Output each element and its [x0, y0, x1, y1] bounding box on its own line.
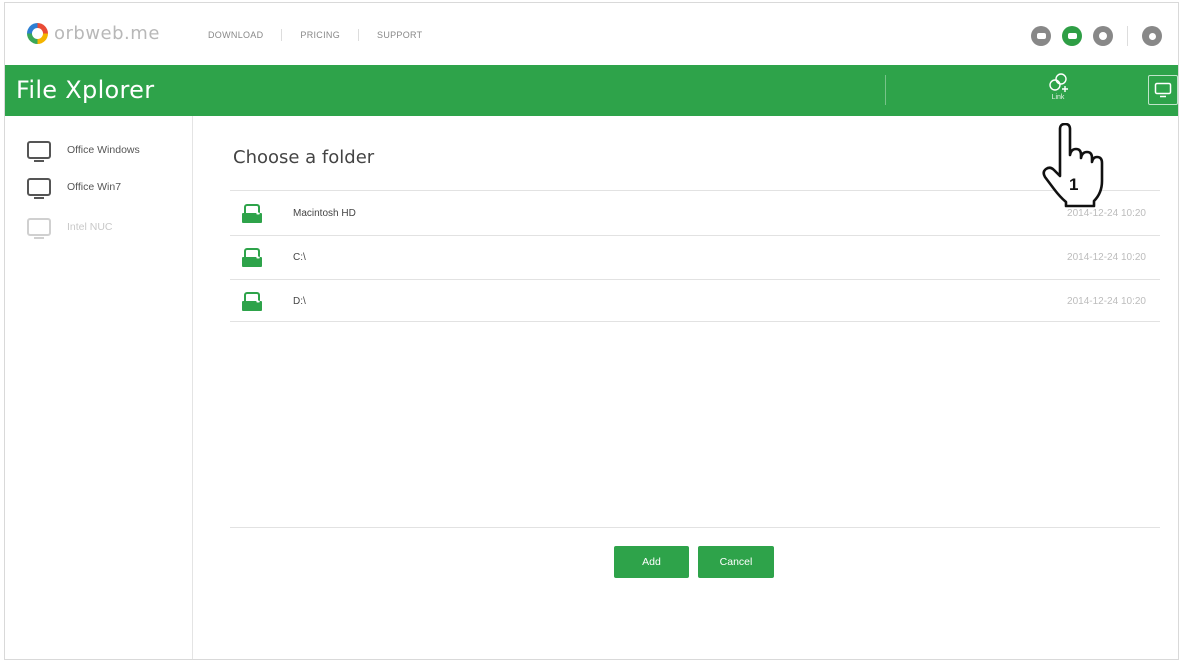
nav-links: DOWNLOAD PRICING SUPPORT: [208, 29, 422, 41]
link-icon: [1049, 73, 1068, 92]
top-navigation: orbweb.me DOWNLOAD PRICING SUPPORT: [5, 3, 1178, 65]
header-divider: [885, 75, 886, 105]
folder-row-c-drive[interactable]: C:\ 2014-12-24 10:20: [230, 237, 1160, 279]
folder-date: 2014-12-24 10:20: [1067, 296, 1146, 307]
drive-icon-base: [242, 299, 262, 311]
drive-icon: [242, 248, 262, 267]
folder-name: Macintosh HD: [293, 208, 356, 219]
nav-link-pricing[interactable]: PRICING: [300, 30, 340, 40]
monitor-icon: [27, 218, 51, 239]
user-icon[interactable]: [1142, 26, 1162, 46]
icon-divider: [1127, 26, 1128, 46]
drive-icon: [242, 292, 262, 311]
folder-icon[interactable]: [1062, 26, 1082, 46]
cancel-button[interactable]: Cancel: [698, 546, 774, 578]
sidebar-item-office-windows[interactable]: Office Windows: [27, 141, 140, 162]
drive-icon-base: [242, 211, 262, 223]
logo[interactable]: orbweb.me: [27, 23, 160, 44]
logo-ring-icon: [27, 23, 48, 44]
chat-icon-glyph: [1036, 33, 1046, 39]
logo-text: orbweb.me: [54, 23, 160, 44]
nav-link-support[interactable]: SUPPORT: [377, 30, 422, 40]
settings-icon[interactable]: [1093, 26, 1113, 46]
monitor-icon: [27, 141, 51, 162]
sidebar-item-label: Office Win7: [67, 181, 122, 193]
nav-divider: [358, 29, 360, 41]
divider: [230, 321, 1160, 322]
drive-icon: [242, 204, 262, 223]
device-sidebar: Office Windows Office Win7 Intel NUC: [5, 116, 193, 659]
monitor-icon: [1154, 82, 1172, 98]
user-icon-glyph: [1148, 32, 1156, 40]
drive-icon-base: [242, 255, 262, 267]
app-title: File Xplorer: [16, 76, 155, 104]
link-button[interactable]: Link: [1041, 71, 1075, 111]
top-icon-bar: [1020, 26, 1162, 46]
settings-icon-glyph: [1099, 32, 1107, 40]
screen-button[interactable]: [1148, 75, 1178, 105]
folder-row-macintosh-hd[interactable]: Macintosh HD 2014-12-24 10:20: [230, 193, 1160, 235]
nav-link-download[interactable]: DOWNLOAD: [208, 30, 263, 40]
link-button-label: Link: [1051, 94, 1065, 101]
sidebar-item-label: Office Windows: [67, 144, 140, 156]
divider: [230, 190, 1160, 191]
divider: [230, 279, 1160, 280]
sidebar-item-office-win7[interactable]: Office Win7: [27, 178, 122, 199]
sidebar-item-label: Intel NUC: [67, 221, 113, 233]
folder-date: 2014-12-24 10:20: [1067, 252, 1146, 263]
folder-row-d-drive[interactable]: D:\ 2014-12-24 10:20: [230, 281, 1160, 323]
folder-icon-glyph: [1067, 33, 1077, 39]
divider: [230, 527, 1160, 528]
add-button[interactable]: Add: [614, 546, 689, 578]
monitor-icon: [27, 178, 51, 199]
pointing-hand-icon: [1042, 123, 1104, 208]
app-header: File Xplorer Link: [5, 65, 1178, 116]
chat-icon[interactable]: [1031, 26, 1051, 46]
app-window: orbweb.me DOWNLOAD PRICING SUPPORT File …: [4, 2, 1179, 660]
folder-name: C:\: [293, 252, 306, 263]
step-number: 1: [1069, 175, 1079, 194]
folder-name: D:\: [293, 296, 306, 307]
sidebar-item-intel-nuc: Intel NUC: [27, 218, 113, 239]
divider: [230, 235, 1160, 236]
nav-divider: [281, 29, 283, 41]
page-title: Choose a folder: [233, 147, 375, 168]
